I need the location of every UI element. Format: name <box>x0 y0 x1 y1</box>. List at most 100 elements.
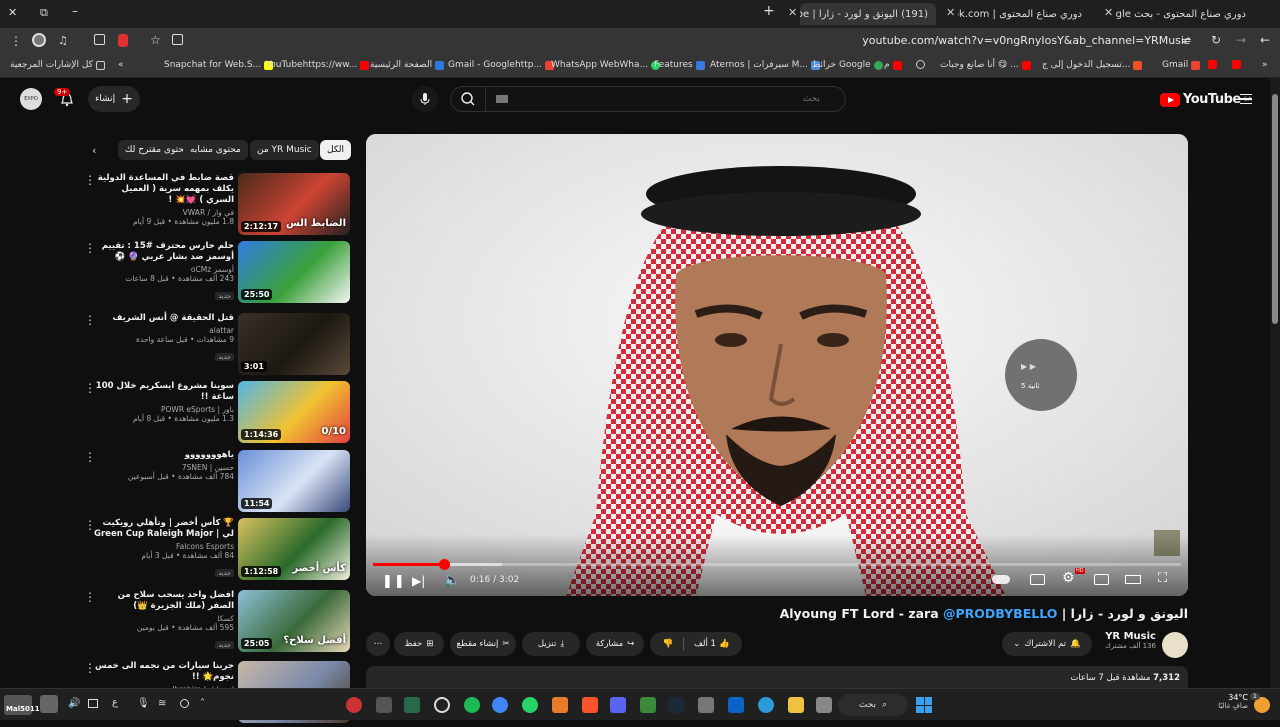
video-thumbnail[interactable]: أفضل سلاح؟ 25:05 <box>238 590 350 652</box>
create-button[interactable]: إنشاء + <box>88 86 140 112</box>
bookmark-aternos[interactable]: Aternos | سيرفرات M... <box>710 60 820 70</box>
bookmark-snapchat[interactable]: Snapchat for Web.S... <box>164 60 274 70</box>
subscribed-button[interactable]: 🔔 تم الاشتراك ⌄ <box>1002 632 1092 656</box>
video-title[interactable]: ياهووووووو <box>94 450 234 461</box>
subtitles-button[interactable] <box>1030 574 1045 585</box>
page-scrollbar[interactable] <box>1270 78 1280 688</box>
forward-icon[interactable]: → <box>1236 33 1246 47</box>
bookmarks-more-icon[interactable]: » <box>1262 60 1268 70</box>
description-box[interactable]: 7,312 مشاهدة قبل 7 ساعات <box>366 666 1188 688</box>
channel-avatar[interactable] <box>1162 632 1188 658</box>
app-icon-3[interactable] <box>404 697 420 713</box>
menu-dots-icon[interactable]: ⋮ <box>10 34 22 48</box>
app-icon-1[interactable] <box>346 697 362 713</box>
chrome-icon[interactable] <box>492 697 508 713</box>
volume-icon[interactable]: 🔈 <box>444 573 460 588</box>
tab-close-icon[interactable]: ✕ <box>1104 6 1113 19</box>
video-title[interactable]: سوينا مشروع ايسكريم خلال 100 ساعة !! <box>94 381 234 403</box>
theater-mode-button[interactable] <box>1125 575 1141 584</box>
media-control-icon[interactable]: ♫ <box>58 34 68 47</box>
video-player[interactable]: ▶ ▶ 5 ثانية ❚❚ ▶| 🔈 0:16 / 3:02 ⚙ HD ⛶ <box>366 134 1188 596</box>
tab-close-icon[interactable]: ✕ <box>946 6 955 19</box>
bookmark-m[interactable]: م <box>884 60 902 70</box>
channel-name[interactable]: كسكا <box>94 614 234 623</box>
speaker-icon[interactable]: 🔊 <box>68 698 80 709</box>
app-icon-4[interactable] <box>434 697 450 713</box>
discord-icon[interactable] <box>610 697 626 713</box>
tab-facebook[interactable]: دوري صناع المحتوى | Facebook.com <box>958 3 1090 25</box>
scroll-thumb[interactable] <box>1272 94 1278 324</box>
bookmark-youtube[interactable]: YouTubehttps://ww... <box>266 60 370 70</box>
channel-name[interactable]: YR Music <box>1100 631 1156 642</box>
channel-name[interactable]: أوسمز oCMz <box>94 265 234 274</box>
bookmarks-overflow-icon[interactable]: « <box>118 60 124 70</box>
video-title[interactable]: 🏆 كأس أخضر | وتأهلي رويكيت لي | Green Cu… <box>94 518 234 540</box>
bookmark-star-icon[interactable]: ☆ <box>150 33 161 47</box>
youtube-icon[interactable] <box>1232 60 1241 69</box>
chevron-left-icon[interactable]: ‹ <box>92 144 96 157</box>
youtube-icon[interactable] <box>1208 60 1217 69</box>
video-title[interactable]: قتل الحقيقة @ أنس الشريف <box>94 313 234 324</box>
bookmark-gmail-2[interactable]: Gmail <box>1162 60 1201 70</box>
profile-icon[interactable] <box>32 33 46 47</box>
site-settings-icon[interactable]: ⇌ <box>1182 34 1191 47</box>
clip-button[interactable]: ✂ إنشاء مقطع <box>450 632 516 656</box>
app-icon-5[interactable] <box>552 697 568 713</box>
keyboard-icon[interactable] <box>496 95 508 103</box>
video-thumbnail[interactable]: 25:50 <box>238 241 350 303</box>
steam-icon[interactable] <box>668 697 684 713</box>
chip-all[interactable]: الكل <box>320 140 352 160</box>
bookmark-login[interactable]: تسجيل الدخول إلى ج... <box>1042 60 1143 70</box>
video-thumbnail[interactable]: 11:54 <box>238 450 350 512</box>
display-icon[interactable] <box>88 699 98 708</box>
tray-expand-icon[interactable]: ˄ <box>200 698 205 709</box>
download-button[interactable]: ⤓ تنزيل <box>522 632 580 656</box>
language-indicator[interactable]: ع <box>112 697 118 708</box>
address-bar-url[interactable]: youtube.com/watch?v=v0ngRnyIosY&ab_chann… <box>862 34 1190 47</box>
video-thumbnail[interactable]: 0/10 1:14:36 <box>238 381 350 443</box>
app-icon-2[interactable] <box>376 697 392 713</box>
video-thumbnail[interactable]: 3:01 <box>238 313 350 375</box>
extension-red-icon[interactable] <box>118 34 128 47</box>
channel-name[interactable]: alattar <box>94 326 234 335</box>
spotify-icon[interactable] <box>464 697 480 713</box>
channel-name[interactable]: Falcons Esports <box>94 542 234 551</box>
globe-icon[interactable] <box>916 60 925 69</box>
channel-name[interactable]: في وار / VWAR <box>94 208 234 217</box>
tab-google[interactable]: دوري صناع المحتوى - بحث Google <box>1116 3 1254 25</box>
video-title[interactable]: جربنا سيارات من نجمه الى خمس نجوم🌟 !! <box>94 661 234 683</box>
recommendation-item[interactable]: ⋮ حلم حارس محترف #15 : تقييم أوسمز ضد بشا… <box>80 241 352 307</box>
bookmark-home[interactable]: الصفحة الرئيسية <box>370 60 445 70</box>
settings-gear-icon[interactable]: ⚙ <box>1062 570 1075 586</box>
window-restore-button[interactable]: ⧉ <box>40 6 48 20</box>
file-explorer-icon[interactable] <box>788 697 804 713</box>
video-title[interactable]: حلم حارس محترف #15 : تقييم أوسمز ضد بشار… <box>94 241 234 263</box>
outlook-icon[interactable] <box>728 697 744 713</box>
wifi-icon[interactable]: ≋ <box>158 698 166 709</box>
avatar[interactable]: EXPO <box>20 88 42 110</box>
brave-icon[interactable] <box>582 697 598 713</box>
window-minimize-button[interactable]: – <box>72 4 78 18</box>
pause-button[interactable]: ❚❚ <box>382 574 406 589</box>
bookmark-whatsapp[interactable]: WhatsApp WebWha... <box>551 60 661 70</box>
windows-start-icon[interactable] <box>916 697 932 713</box>
tab-close-icon[interactable]: ✕ <box>788 6 797 19</box>
window-close-button[interactable]: ✕ <box>8 6 17 19</box>
bookmark-meals[interactable]: أنا صانع وجبات 😋 ... <box>940 60 1031 70</box>
video-thumbnail[interactable]: كأس أخضر 1:12:58 <box>238 518 350 580</box>
extensions-icon[interactable] <box>94 34 105 45</box>
tab-youtube[interactable]: (191) اليونق و لورد - زارا | YouTube <box>800 3 936 25</box>
channel-name[interactable]: حسين | 7SNEN <box>94 463 234 472</box>
save-button[interactable]: ⊞ حفظ <box>394 632 444 656</box>
search-input[interactable] <box>520 89 820 109</box>
like-button[interactable]: 👍 1 ألف <box>694 639 729 649</box>
channel-name[interactable]: باور | POWR eSports <box>94 405 234 414</box>
taskbar-search[interactable]: بحث ⌕ <box>838 694 908 716</box>
scrubber-handle[interactable] <box>439 559 451 570</box>
video-title[interactable]: قصة ضابط في المساعدة الدولية يكلف بمهمه … <box>94 173 234 206</box>
voice-search-button[interactable] <box>412 86 438 112</box>
autoplay-toggle[interactable] <box>992 575 1010 584</box>
recommendation-item[interactable]: ⋮ افضل واحد يسحب سلاح من الصفر (ملك الجزي… <box>80 590 352 656</box>
back-icon[interactable]: ← <box>1260 33 1270 47</box>
store-icon[interactable] <box>698 697 714 713</box>
